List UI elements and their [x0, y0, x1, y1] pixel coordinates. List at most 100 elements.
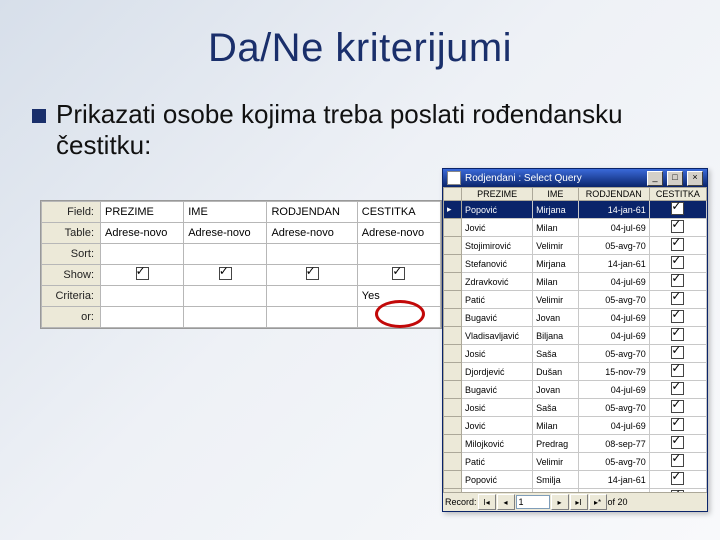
criteria-3[interactable]: Yes [357, 286, 440, 307]
maximize-button[interactable]: □ [667, 171, 683, 186]
criteria-2[interactable] [267, 286, 357, 307]
minimize-button[interactable]: _ [647, 171, 663, 186]
table-row[interactable]: PopovićSmilja14-jan-61 [444, 471, 707, 489]
table-row[interactable]: BugavićJovan04-jul-69 [444, 381, 707, 399]
col-header-rodjendan[interactable]: RODJENDAN [578, 188, 649, 201]
window-titlebar[interactable]: Rodjendani : Select Query _ □ × [443, 169, 707, 187]
close-button[interactable]: × [687, 171, 703, 186]
cell-cestitka[interactable] [649, 273, 706, 291]
cell-ime[interactable]: Predrag [533, 435, 579, 453]
cell-cestitka[interactable] [649, 237, 706, 255]
cell-cestitka[interactable] [649, 399, 706, 417]
cell-rodjendan[interactable]: 15-nov-79 [578, 363, 649, 381]
row-selector[interactable] [444, 471, 462, 489]
row-selector[interactable] [444, 255, 462, 273]
table-row[interactable]: ▸PopovićMirjana14-jan-61 [444, 201, 707, 219]
cell-field-1[interactable]: IME [184, 202, 267, 223]
cell-rodjendan[interactable]: 04-jul-69 [578, 417, 649, 435]
row-selector[interactable] [444, 381, 462, 399]
cell-prezime[interactable]: Stefanović [462, 255, 533, 273]
cell-field-2[interactable]: RODJENDAN [267, 202, 357, 223]
table-row[interactable]: PatićVelimir05-avg-70 [444, 453, 707, 471]
row-selector[interactable] [444, 417, 462, 435]
cell-rodjendan[interactable]: 04-jul-69 [578, 273, 649, 291]
nav-first-button[interactable]: I◂ [478, 494, 496, 510]
cell-cestitka[interactable] [649, 219, 706, 237]
select-all-cell[interactable] [444, 188, 462, 201]
cell-rodjendan[interactable]: 05-avg-70 [578, 237, 649, 255]
cell-prezime[interactable]: Josić [462, 399, 533, 417]
row-selector[interactable] [444, 327, 462, 345]
cell-ime[interactable]: Mirjana [533, 201, 579, 219]
cell-cestitka[interactable] [649, 255, 706, 273]
table-row[interactable]: JovićMilan04-jul-69 [444, 417, 707, 435]
cell-rodjendan[interactable]: 05-avg-70 [578, 291, 649, 309]
cell-cestitka[interactable] [649, 363, 706, 381]
cell-ime[interactable]: Jovan [533, 381, 579, 399]
cell-field-0[interactable]: PREZIME [101, 202, 184, 223]
cell-cestitka[interactable] [649, 327, 706, 345]
table-row[interactable]: VladisavljavićBiljana04-jul-69 [444, 327, 707, 345]
nav-next-button[interactable]: ▸ [551, 494, 569, 510]
show-check-0[interactable] [101, 265, 184, 286]
table-row[interactable]: DjordjevićDušan15-nov-79 [444, 363, 707, 381]
row-selector[interactable]: ▸ [444, 201, 462, 219]
cell-ime[interactable]: Saša [533, 345, 579, 363]
cell-cestitka[interactable] [649, 471, 706, 489]
cell-prezime[interactable]: Josić [462, 345, 533, 363]
cell-rodjendan[interactable]: 05-avg-70 [578, 399, 649, 417]
cell-rodjendan[interactable]: 05-avg-70 [578, 345, 649, 363]
nav-position-input[interactable] [516, 495, 550, 509]
cell-rodjendan[interactable]: 04-jul-69 [578, 309, 649, 327]
cell-prezime[interactable]: Patić [462, 453, 533, 471]
cell-prezime[interactable]: Bugavić [462, 381, 533, 399]
show-check-3[interactable] [357, 265, 440, 286]
cell-cestitka[interactable] [649, 201, 706, 219]
table-row[interactable]: JosićSaša05-avg-70 [444, 345, 707, 363]
cell-ime[interactable]: Velimir [533, 291, 579, 309]
cell-ime[interactable]: Milan [533, 219, 579, 237]
cell-table-0[interactable]: Adrese-novo [101, 223, 184, 244]
cell-prezime[interactable]: Patić [462, 291, 533, 309]
cell-prezime[interactable]: Popović [462, 201, 533, 219]
show-check-1[interactable] [184, 265, 267, 286]
cell-prezime[interactable]: Bugavić [462, 309, 533, 327]
table-row[interactable]: ZdravkovićMilan04-jul-69 [444, 273, 707, 291]
cell-rodjendan[interactable]: 04-jul-69 [578, 327, 649, 345]
cell-rodjendan[interactable]: 04-jul-69 [578, 381, 649, 399]
row-selector[interactable] [444, 291, 462, 309]
cell-ime[interactable]: Saša [533, 399, 579, 417]
cell-table-1[interactable]: Adrese-novo [184, 223, 267, 244]
col-header-ime[interactable]: IME [533, 188, 579, 201]
row-selector[interactable] [444, 399, 462, 417]
cell-prezime[interactable]: Jović [462, 219, 533, 237]
table-row[interactable]: JovićMilan04-jul-69 [444, 219, 707, 237]
cell-cestitka[interactable] [649, 417, 706, 435]
nav-prev-button[interactable]: ◂ [497, 494, 515, 510]
cell-cestitka[interactable] [649, 453, 706, 471]
cell-ime[interactable]: Dušan [533, 363, 579, 381]
cell-rodjendan[interactable]: 14-jan-61 [578, 201, 649, 219]
row-selector[interactable] [444, 237, 462, 255]
cell-cestitka[interactable] [649, 381, 706, 399]
row-selector[interactable] [444, 273, 462, 291]
row-selector[interactable] [444, 345, 462, 363]
cell-ime[interactable]: Biljana [533, 327, 579, 345]
criteria-1[interactable] [184, 286, 267, 307]
cell-ime[interactable]: Mirjana [533, 255, 579, 273]
cell-table-2[interactable]: Adrese-novo [267, 223, 357, 244]
row-selector[interactable] [444, 453, 462, 471]
cell-ime[interactable]: Velimir [533, 237, 579, 255]
cell-ime[interactable]: Milan [533, 417, 579, 435]
nav-new-button[interactable]: ▸* [589, 494, 607, 510]
cell-cestitka[interactable] [649, 435, 706, 453]
cell-prezime[interactable]: Milojković [462, 435, 533, 453]
table-row[interactable]: StojimirovićVelimir05-avg-70 [444, 237, 707, 255]
cell-ime[interactable]: Milan [533, 273, 579, 291]
row-selector[interactable] [444, 309, 462, 327]
table-row[interactable]: JosićSaša05-avg-70 [444, 399, 707, 417]
cell-field-3[interactable]: CESTITKA [357, 202, 440, 223]
table-row[interactable]: MilojkovićPredrag08-sep-77 [444, 435, 707, 453]
cell-rodjendan[interactable]: 05-avg-70 [578, 453, 649, 471]
cell-ime[interactable]: Velimir [533, 453, 579, 471]
